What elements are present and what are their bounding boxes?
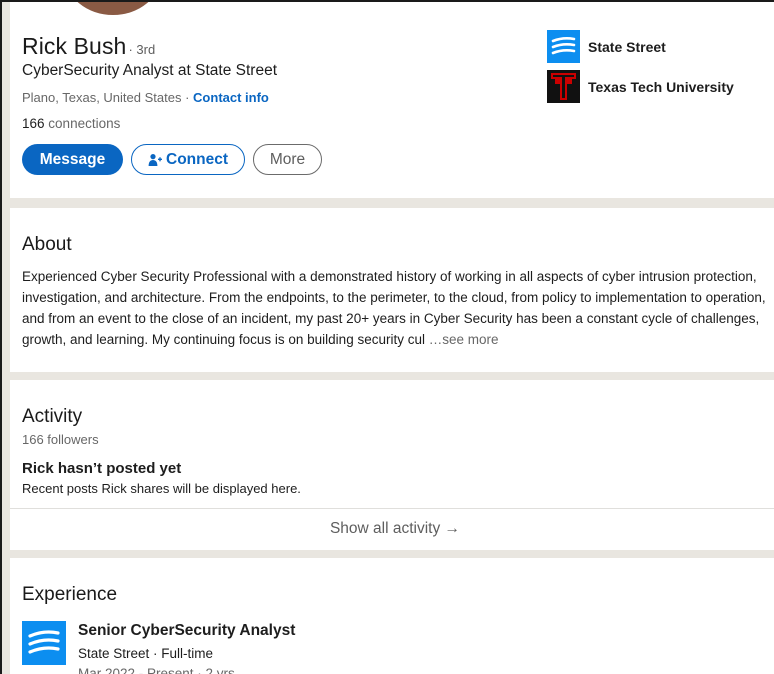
profile-page: Rick Bush · 3rd CyberSecurity Analyst at…	[0, 0, 774, 674]
message-button[interactable]: Message	[22, 144, 123, 175]
profile-actions: Message Connect More	[22, 144, 322, 175]
avatar[interactable]	[62, 2, 164, 18]
more-button[interactable]: More	[253, 144, 322, 175]
profile-name: Rick Bush	[22, 33, 127, 59]
state-street-logo-icon	[547, 30, 580, 63]
texas-tech-logo-icon	[547, 70, 580, 103]
experience-dates: Mar 2022 - Present · 2 yrs	[78, 666, 235, 674]
about-title: About	[22, 234, 72, 255]
profile-top-card: Rick Bush · 3rd CyberSecurity Analyst at…	[10, 2, 774, 198]
connections-row[interactable]: 166 connections	[22, 116, 120, 131]
no-posts-title: Rick hasn’t posted yet	[22, 460, 182, 477]
about-section: About Experienced Cyber Security Profess…	[10, 208, 774, 372]
current-company-name: State Street	[588, 38, 666, 55]
state-street-logo-icon[interactable]	[22, 621, 66, 665]
about-text: Experienced Cyber Security Professional …	[22, 269, 766, 347]
education-link[interactable]: Texas Tech University	[547, 70, 734, 103]
education-name: Texas Tech University	[588, 78, 734, 95]
add-person-icon	[148, 153, 162, 166]
experience-company: State Street · Full-time	[78, 646, 214, 661]
followers-count: 166 followers	[22, 432, 99, 447]
activity-title: Activity	[22, 406, 83, 427]
experience-job-title[interactable]: Senior CyberSecurity Analyst	[78, 622, 295, 640]
connections-count: 166	[22, 116, 45, 131]
contact-info-link[interactable]: Contact info	[193, 90, 269, 105]
location-row: Plano, Texas, United States · Contact in…	[22, 90, 269, 105]
profile-headline: CyberSecurity Analyst at State Street	[22, 62, 278, 79]
name-row: Rick Bush · 3rd	[22, 33, 155, 60]
connections-label: connections	[48, 116, 121, 131]
connect-button[interactable]: Connect	[131, 144, 245, 175]
divider	[10, 508, 774, 509]
profile-location: Plano, Texas, United States ·	[22, 90, 190, 105]
connection-degree: · 3rd	[128, 42, 156, 57]
experience-section: Experience Senior CyberSecurity Analyst …	[10, 558, 774, 674]
experience-title: Experience	[22, 584, 118, 605]
show-all-activity-link[interactable]: Show all activity →	[10, 520, 774, 538]
about-text-block: Experienced Cyber Security Professional …	[22, 266, 774, 350]
connect-label: Connect	[166, 150, 228, 168]
activity-section: Activity 166 followers Rick hasn’t poste…	[10, 380, 774, 550]
see-more-link[interactable]: …see more	[429, 332, 499, 347]
current-company-link[interactable]: State Street	[547, 30, 666, 63]
no-posts-subtitle: Recent posts Rick shares will be display…	[22, 481, 301, 496]
